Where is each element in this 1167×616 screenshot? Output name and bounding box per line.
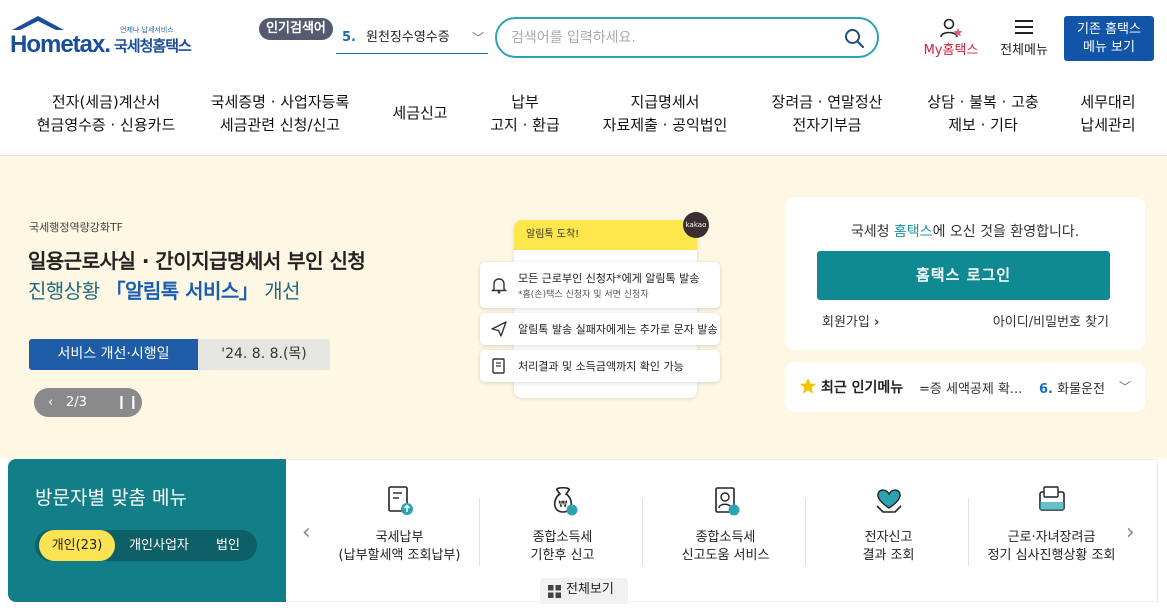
search-input[interactable] xyxy=(511,27,831,49)
kakao-logo: kakao xyxy=(683,212,709,238)
old-hometax-line1: 기존 홈택스 xyxy=(1077,22,1141,37)
gnb-tax-return[interactable]: 세금신고 xyxy=(376,102,464,125)
quick-tax-payment[interactable]: 국세납부 (납부할세액 조회납부) xyxy=(318,484,481,572)
old-hometax-line2: 메뉴 보기 xyxy=(1083,40,1135,55)
user-icon xyxy=(940,18,963,38)
visitor-menu-panel: 방문자별 맞춤 메뉴 개인(23) 개인사업자 법인 xyxy=(8,459,286,602)
alimtalk-card-header: 알림톡 도착! xyxy=(514,220,697,250)
chevron-left-icon[interactable]: ‹ xyxy=(302,520,311,545)
bubble-notify-note: *홈(손)택스 신청자 및 서면 신청자 xyxy=(518,290,649,300)
chevron-right-icon[interactable]: › xyxy=(1126,520,1135,545)
quick-menu: ‹ 국세납부 (납부할세액 조회납부) ₩ 종합소득세 기한후 신고 종합소득세… xyxy=(286,459,1158,604)
popular-menu: 최근 인기메뉴 =증 세액공제 확... 6. 화물운전 ﹀ xyxy=(785,362,1145,412)
chevron-down-icon[interactable]: ﹀ xyxy=(1119,378,1131,395)
tax-payment-icon xyxy=(387,486,413,515)
tab-self-employed[interactable]: 개인사업자 xyxy=(121,530,197,561)
chevron-right-icon: › xyxy=(873,315,880,330)
quick-label: 국세납부 (납부할세액 조회납부) xyxy=(338,530,461,563)
divider xyxy=(642,498,643,566)
popular-next[interactable]: 6. 화물운전 xyxy=(1039,378,1105,397)
e-filing-result-icon xyxy=(875,489,902,513)
star-icon xyxy=(800,378,816,394)
hero-subtitle: 진행상황 「알림톡 서비스」 개선 xyxy=(28,279,301,303)
pause-icon[interactable]: ❙❙ xyxy=(116,388,140,417)
hamburger-icon xyxy=(1015,20,1033,34)
tab-individual[interactable]: 개인(23) xyxy=(39,530,115,561)
gnb-payment[interactable]: 납부 고지 · 환급 xyxy=(476,91,574,137)
prev-arrow-icon[interactable]: ‹ xyxy=(48,388,53,417)
main-navigation: 전자(세금)계산서 현금영수증 · 신용카드 국세증명 · 사업자등록 세금관련… xyxy=(0,78,1167,156)
quick-label: 전자신고 결과 조회 xyxy=(862,530,915,563)
header: 언제나 납세서비스 Hometax. 국세청홈택스 인기검색어 5. 원천징수영수… xyxy=(0,0,1167,78)
gnb-e-invoice[interactable]: 전자(세금)계산서 현금영수증 · 신용카드 xyxy=(16,91,196,137)
pager-count: 2/3 xyxy=(66,395,87,410)
quick-label: 근로·자녀장려금 정기 심사진행상황 조회 xyxy=(987,530,1116,563)
bell-icon xyxy=(490,278,508,294)
welcome-text: 국세청 홈택스에 오신 것을 환영합니다. xyxy=(850,224,1080,240)
all-menu-label: 전체메뉴 xyxy=(1000,43,1048,58)
hometax-logo[interactable]: 언제나 납세서비스 Hometax. 국세청홈택스 xyxy=(8,14,208,64)
quick-income-tax-late[interactable]: ₩ 종합소득세 기한후 신고 xyxy=(481,484,644,572)
tab-corporation[interactable]: 법인 xyxy=(203,530,253,561)
income-tax-late-icon: ₩ xyxy=(553,486,577,516)
view-all-button[interactable]: 전체보기 xyxy=(540,578,628,604)
gnb-certificate[interactable]: 국세증명 · 사업자등록 세금관련 신청/신고 xyxy=(196,91,364,137)
gnb-payment-statement[interactable]: 지급명세서 자료제출 · 공익법인 xyxy=(590,91,740,137)
quick-incentive-review[interactable]: 근로·자녀장려금 정기 심사진행상황 조회 xyxy=(970,484,1133,572)
bubble-sms-text: 알림톡 발송 실패자에게는 추가로 문자 발송 xyxy=(518,323,718,336)
login-button[interactable]: 홈택스 로그인 xyxy=(817,251,1110,300)
quick-label: 종합소득세 기한후 신고 xyxy=(530,530,595,563)
gnb-tax-agent[interactable]: 세무대리 납세관리 xyxy=(1066,91,1150,137)
chevron-down-icon: ﹀ xyxy=(471,31,484,45)
visitor-title: 방문자별 맞춤 메뉴 xyxy=(35,487,187,509)
logo-wordmark: Hometax. xyxy=(10,31,111,58)
popular-current[interactable]: =증 세액공제 확... xyxy=(919,378,1022,397)
my-hometax-label: My홈택스 xyxy=(923,43,979,58)
search-icon[interactable] xyxy=(843,27,865,49)
find-account-link[interactable]: 아이디/비밀번호 찾기 xyxy=(993,311,1109,330)
grid-icon xyxy=(548,585,561,598)
gnb-incentive[interactable]: 장려금 · 연말정산 전자기부금 xyxy=(754,91,900,137)
quick-e-filing-result[interactable]: 전자신고 결과 조회 xyxy=(807,484,970,572)
document-icon xyxy=(492,358,505,374)
banner-pager: ‹ 2/3 ❙❙ xyxy=(34,388,142,417)
hero-pill-label: 서비스 개선·시행일 xyxy=(29,339,198,370)
incentive-review-icon xyxy=(1038,486,1065,511)
paper-plane-icon xyxy=(491,321,507,337)
hero-pill-date: '24. 8. 8.(목) xyxy=(221,346,307,362)
hero-banner: 국세행정역량강화TF 일용근로사실 · 간이지급명세서 부인 신청 진행상황 「… xyxy=(0,156,1167,458)
hero-tag: 국세행정역량강화TF xyxy=(29,221,124,234)
bubble-result: 처리결과 및 소득금액까지 확인 가능 xyxy=(480,350,720,382)
divider xyxy=(479,498,480,566)
logo-korean: 국세청홈택스 xyxy=(114,37,192,55)
popular-menu-label: 최근 인기메뉴 xyxy=(821,380,904,396)
bubble-notify: 모든 근로부인 신청자*에게 알림톡 발송 *홈(손)택스 신청자 및 서면 신… xyxy=(480,262,720,308)
visitor-tabs: 개인(23) 개인사업자 법인 xyxy=(35,530,257,561)
all-menu-button[interactable]: 전체메뉴 xyxy=(993,18,1055,58)
login-box: 국세청 홈택스에 오신 것을 환영합니다. 홈택스 로그인 회원가입 › 아이디… xyxy=(785,197,1145,350)
bubble-notify-main: 모든 근로부인 신청자*에게 알림톡 발송 xyxy=(518,272,700,285)
svg-text:₩: ₩ xyxy=(558,500,567,510)
old-hometax-button[interactable]: 기존 홈택스 메뉴 보기 xyxy=(1064,16,1154,61)
hot-keyword-badge: 인기검색어 xyxy=(259,18,333,40)
divider xyxy=(968,498,969,566)
divider xyxy=(805,498,806,566)
search-box xyxy=(495,17,879,58)
income-tax-help-icon xyxy=(714,487,739,516)
hero-date-pill: 서비스 개선·시행일 '24. 8. 8.(목) xyxy=(29,339,330,370)
my-hometax-button[interactable]: My홈택스 xyxy=(918,18,984,58)
quick-label: 종합소득세 신고도움 서비스 xyxy=(681,530,770,563)
join-link[interactable]: 회원가입 › xyxy=(822,311,879,330)
bubble-result-text: 처리결과 및 소득금액까지 확인 가능 xyxy=(518,360,684,373)
hot-keyword-select[interactable]: 5. 원천징수영수증 ﹀ xyxy=(336,26,488,54)
gnb-consultation[interactable]: 상담 · 불복 · 고충 제보 · 기타 xyxy=(910,91,1056,137)
quick-income-tax-help[interactable]: 종합소득세 신고도움 서비스 xyxy=(644,484,807,572)
logo-tagline: 언제나 납세서비스 xyxy=(120,26,174,34)
hot-keyword-term: 원천징수영수증 xyxy=(365,30,450,45)
hero-title: 일용근로사실 · 간이지급명세서 부인 신청 xyxy=(28,249,366,273)
bubble-sms: 알림톡 발송 실패자에게는 추가로 문자 발송 xyxy=(480,313,720,345)
view-all-label: 전체보기 xyxy=(566,582,614,597)
hot-keyword-rank: 5. xyxy=(342,30,356,45)
